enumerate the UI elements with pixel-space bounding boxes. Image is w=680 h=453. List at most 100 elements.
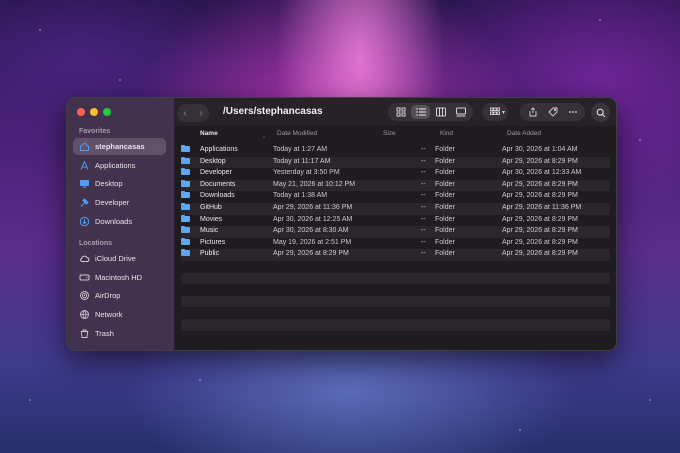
- icon-view-icon[interactable]: [391, 105, 410, 119]
- applications-icon: [79, 160, 90, 171]
- file-name: GitHub: [200, 203, 222, 211]
- date-added: Apr 29, 2026 at 11:36 PM: [502, 203, 582, 211]
- drive-icon: [79, 272, 90, 283]
- airdrop-icon: [79, 290, 90, 301]
- sidebar-item-label: iCloud Drive: [95, 254, 136, 263]
- navigation-buttons: ‹ ›: [177, 104, 209, 122]
- sidebar-item-label: stephancasas: [95, 142, 145, 151]
- date-added: Apr 30, 2026 at 1:04 AM: [502, 146, 578, 153]
- more-icon[interactable]: [563, 105, 582, 119]
- file-name: Public: [200, 250, 220, 258]
- date-added: Apr 29, 2026 at 8:29 PM: [502, 157, 578, 165]
- disclosure-chevron-icon[interactable]: ›: [181, 146, 183, 153]
- chevron-down-icon: ▾: [502, 109, 506, 116]
- file-list: › Applications Today at 1:27 AM -- Folder Apr…: [181, 145, 610, 342]
- table-row[interactable]: › Desktop Today at 11:17 AM -- Folder Apr 29,…: [181, 156, 610, 169]
- column-size[interactable]: Size: [383, 130, 396, 137]
- tag-icon[interactable]: [543, 105, 562, 119]
- sidebar-item-network[interactable]: Network: [73, 306, 166, 323]
- table-row[interactable]: › Developer Yesterday at 3:50 PM -- Folder Ap…: [181, 168, 610, 180]
- sidebar-item-desktop[interactable]: Desktop: [73, 175, 166, 192]
- file-kind: Folder: [435, 215, 455, 223]
- table-row[interactable]: › Movies Apr 30, 2026 at 12:25 AM -- Folder A…: [181, 214, 610, 227]
- sidebar-item-macintosh-hd[interactable]: Macintosh HD: [73, 269, 166, 286]
- sidebar-item-airdrop[interactable]: AirDrop: [73, 287, 166, 304]
- file-kind: Folder: [435, 169, 455, 177]
- date-modified: Today at 1:27 AM: [273, 146, 328, 153]
- column-name[interactable]: Name: [200, 130, 218, 137]
- file-size: --: [421, 180, 426, 188]
- minimize-button[interactable]: [90, 108, 98, 116]
- disclosure-chevron-icon[interactable]: ›: [181, 227, 183, 234]
- search-icon[interactable]: [591, 103, 610, 122]
- sidebar-item-downloads[interactable]: Downloads: [73, 213, 166, 230]
- file-name: Developer: [200, 169, 232, 177]
- empty-row: [181, 272, 610, 285]
- sidebar-item-label: Desktop: [95, 179, 123, 189]
- sidebar-item-developer[interactable]: Developer: [73, 194, 166, 211]
- table-row[interactable]: › Documents May 21, 2026 at 10:12 PM -- Fold…: [181, 179, 610, 192]
- date-modified: Today at 11:17 AM: [273, 157, 331, 165]
- disclosure-chevron-icon[interactable]: ›: [181, 216, 183, 223]
- share-icon[interactable]: [523, 105, 542, 119]
- home-icon: [79, 141, 90, 152]
- date-added: Apr 29, 2026 at 8:29 PM: [502, 192, 578, 200]
- file-name: Desktop: [200, 157, 226, 165]
- disclosure-chevron-icon[interactable]: ›: [181, 239, 183, 246]
- date-modified: May 19, 2026 at 2:51 PM: [273, 238, 352, 246]
- sidebar-item-stephancasas[interactable]: stephancasas: [73, 138, 166, 155]
- column-kind[interactable]: Kind: [440, 130, 453, 137]
- sidebar-item-label: Network: [95, 310, 123, 320]
- file-kind: Folder: [435, 192, 455, 200]
- date-modified: May 21, 2026 at 10:12 PM: [273, 180, 356, 188]
- sidebar: Favorites stephancasas Applications Deskto…: [67, 98, 175, 350]
- disclosure-chevron-icon[interactable]: ›: [181, 169, 183, 176]
- disclosure-chevron-icon[interactable]: ›: [181, 181, 183, 188]
- disclosure-chevron-icon[interactable]: ›: [181, 192, 183, 199]
- close-button[interactable]: [77, 108, 85, 116]
- window-title: /Users/stephancasas: [223, 106, 323, 117]
- view-switcher: [388, 103, 473, 121]
- file-size: --: [421, 157, 426, 165]
- toolbar: ‹ › /Users/stephancasas ▾: [175, 98, 616, 126]
- file-name: Downloads: [200, 192, 235, 200]
- file-kind: Folder: [435, 146, 455, 153]
- date-modified: Apr 30, 2026 at 8:30 AM: [273, 227, 349, 235]
- gallery-view-icon[interactable]: [451, 105, 470, 119]
- actions-group: [520, 103, 585, 121]
- file-size: --: [421, 227, 426, 235]
- table-row[interactable]: › Pictures May 19, 2026 at 2:51 PM -- Folder…: [181, 237, 610, 250]
- finder-window: Favorites stephancasas Applications Deskto…: [66, 97, 617, 351]
- zoom-button[interactable]: [103, 108, 111, 116]
- empty-row: [181, 331, 610, 343]
- file-kind: Folder: [435, 227, 455, 235]
- date-modified: Apr 30, 2026 at 12:25 AM: [273, 215, 353, 223]
- group-by-menu[interactable]: ▾: [482, 103, 509, 121]
- empty-row: [181, 295, 610, 308]
- disclosure-chevron-icon[interactable]: ›: [181, 204, 183, 211]
- date-modified: Apr 29, 2026 at 8:29 PM: [273, 250, 349, 258]
- forward-icon[interactable]: ›: [199, 108, 202, 119]
- sidebar-item-label: Applications: [95, 160, 136, 170]
- sidebar-item-applications[interactable]: Applications: [73, 157, 166, 174]
- disclosure-chevron-icon[interactable]: ›: [181, 250, 183, 257]
- sidebar-item-label: Macintosh HD: [95, 272, 143, 282]
- back-icon[interactable]: ‹: [183, 108, 186, 119]
- column-view-icon[interactable]: [431, 105, 450, 119]
- table-row[interactable]: › Public Apr 29, 2026 at 8:29 PM -- Folder Ap…: [181, 249, 610, 261]
- list-view-icon[interactable]: [411, 105, 430, 119]
- table-row[interactable]: › Applications Today at 1:27 AM -- Folder Apr…: [181, 145, 610, 157]
- desktop-icon: [79, 178, 90, 189]
- sidebar-item-label: AirDrop: [95, 291, 121, 301]
- file-kind: Folder: [435, 250, 455, 258]
- column-date-added[interactable]: Date Added: [507, 130, 541, 137]
- table-row[interactable]: › GitHub Apr 29, 2026 at 11:36 PM -- Folder A…: [181, 202, 610, 215]
- file-size: --: [421, 169, 426, 177]
- column-date-modified[interactable]: Date Modified: [277, 130, 317, 137]
- sidebar-item-trash[interactable]: Trash: [73, 325, 166, 342]
- disclosure-chevron-icon[interactable]: ›: [181, 158, 183, 165]
- table-row[interactable]: › Music Apr 30, 2026 at 8:30 AM -- Folder Apr…: [181, 226, 610, 238]
- table-row[interactable]: › Downloads Today at 1:38 AM -- Folder Apr 29…: [181, 191, 610, 203]
- file-name: Pictures: [200, 238, 226, 246]
- sidebar-item-icloud-drive[interactable]: iCloud Drive: [73, 250, 166, 267]
